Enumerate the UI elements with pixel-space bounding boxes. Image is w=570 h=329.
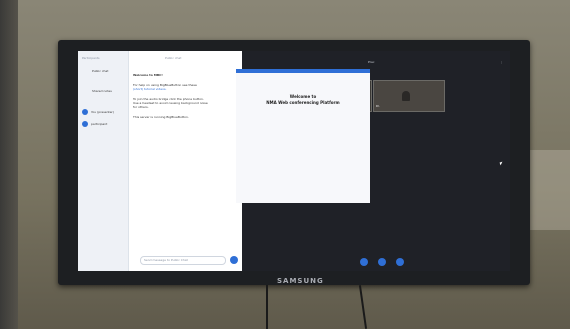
webcam-caption: Dr. <box>376 105 380 108</box>
slide-toolbar <box>236 69 370 73</box>
user-list-item[interactable]: You (presenter) <box>91 110 114 114</box>
user-avatar <box>82 121 88 127</box>
microphone-button[interactable] <box>360 258 368 266</box>
sidebar-item-shared-notes[interactable]: Shared notes <box>92 89 112 93</box>
session-title: Prac <box>368 60 375 64</box>
tv-brand-logo: SAMSUNG <box>277 277 324 285</box>
camera-button[interactable] <box>396 258 404 266</box>
background-shelf <box>530 150 570 230</box>
tv-cable <box>266 285 268 329</box>
chat-line: This server is running BigBlueButton. <box>133 115 189 119</box>
sidebar-item-public-chat[interactable]: Public chat <box>92 69 108 73</box>
chat-panel: Public chat Welcome to MBC! For help on … <box>128 51 243 271</box>
chat-welcome-title: Welcome to MBC! <box>133 73 163 77</box>
chat-message-input[interactable]: Send message to Public Chat <box>140 256 226 265</box>
slide-title: Welcome to <box>289 94 317 99</box>
participants-header: Participants <box>82 56 100 60</box>
more-options-icon[interactable]: ⋮ <box>500 60 503 64</box>
phone-button[interactable] <box>378 258 386 266</box>
participant-figure <box>402 91 410 101</box>
chat-line[interactable]: (short) tutorial videos. <box>133 87 167 91</box>
presentation-slide: Welcome to NMA Web conferencing Platform <box>236 69 370 203</box>
participants-panel: Participants Public chat Shared notes Yo… <box>78 51 128 271</box>
wall-pillar <box>0 0 18 329</box>
chat-header: Public chat <box>165 56 182 60</box>
send-message-button[interactable] <box>230 256 238 264</box>
chat-input-placeholder: Send message to Public Chat <box>144 258 188 262</box>
user-list-item[interactable]: participant <box>91 122 107 126</box>
chat-line: for others. <box>133 105 149 109</box>
slide-subtitle: NMA Web conferencing Platform <box>266 100 340 105</box>
webcam-thumbnail[interactable]: Dr. <box>373 80 445 112</box>
user-avatar <box>82 109 88 115</box>
